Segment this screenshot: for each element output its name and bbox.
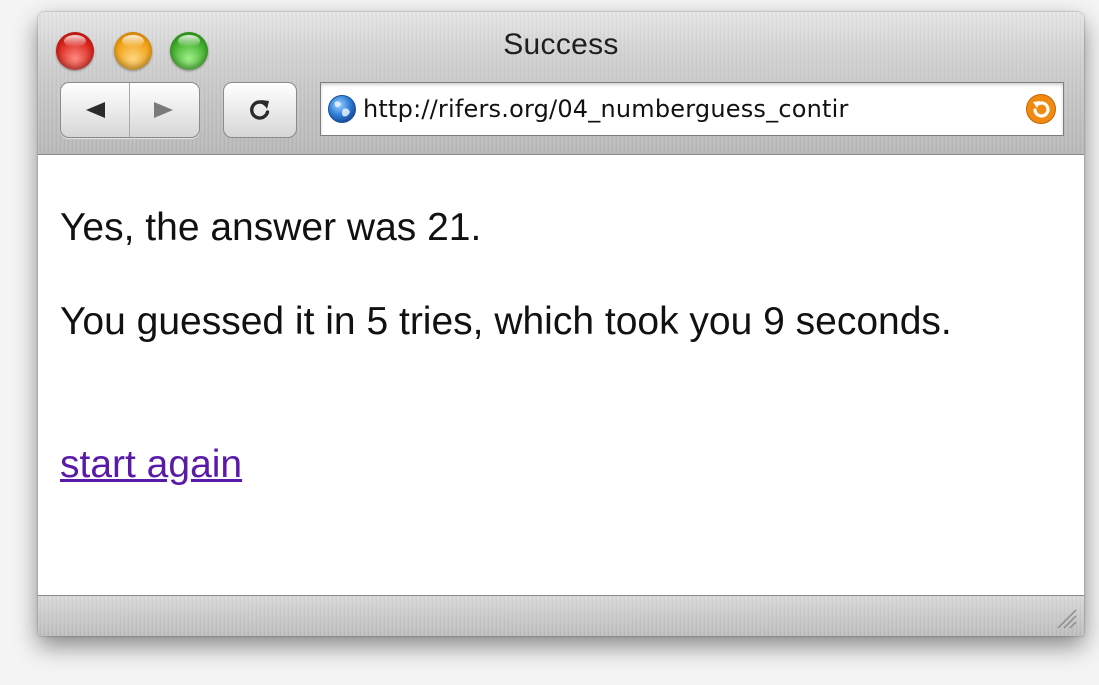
reload-button[interactable] — [223, 82, 297, 138]
window-title: Success — [503, 28, 619, 61]
reload-icon — [250, 100, 270, 120]
title-bar: Success http://rifers.org/04_numberguess… — [38, 12, 1084, 155]
resize-grip-icon[interactable] — [1052, 604, 1078, 630]
back-arrow-icon — [86, 102, 105, 118]
browser-window: Success http://rifers.org/04_numberguess… — [38, 12, 1084, 636]
nav-button-group — [60, 82, 200, 138]
forward-button[interactable] — [130, 83, 198, 137]
forward-arrow-icon — [154, 102, 173, 118]
result-text: You guessed it in 5 tries, which took yo… — [60, 300, 952, 343]
url-text[interactable]: http://rifers.org/04_numberguess_contir — [363, 95, 1025, 123]
page-content: Yes, the answer was 21. You guessed it i… — [38, 155, 1084, 595]
globe-icon — [328, 95, 356, 123]
snapback-icon[interactable] — [1025, 93, 1057, 125]
status-bar — [38, 595, 1084, 636]
address-bar[interactable]: http://rifers.org/04_numberguess_contir — [320, 82, 1064, 136]
start-again-link[interactable]: start again — [60, 443, 242, 487]
answer-text: Yes, the answer was 21. — [60, 206, 482, 249]
back-button[interactable] — [61, 83, 130, 137]
